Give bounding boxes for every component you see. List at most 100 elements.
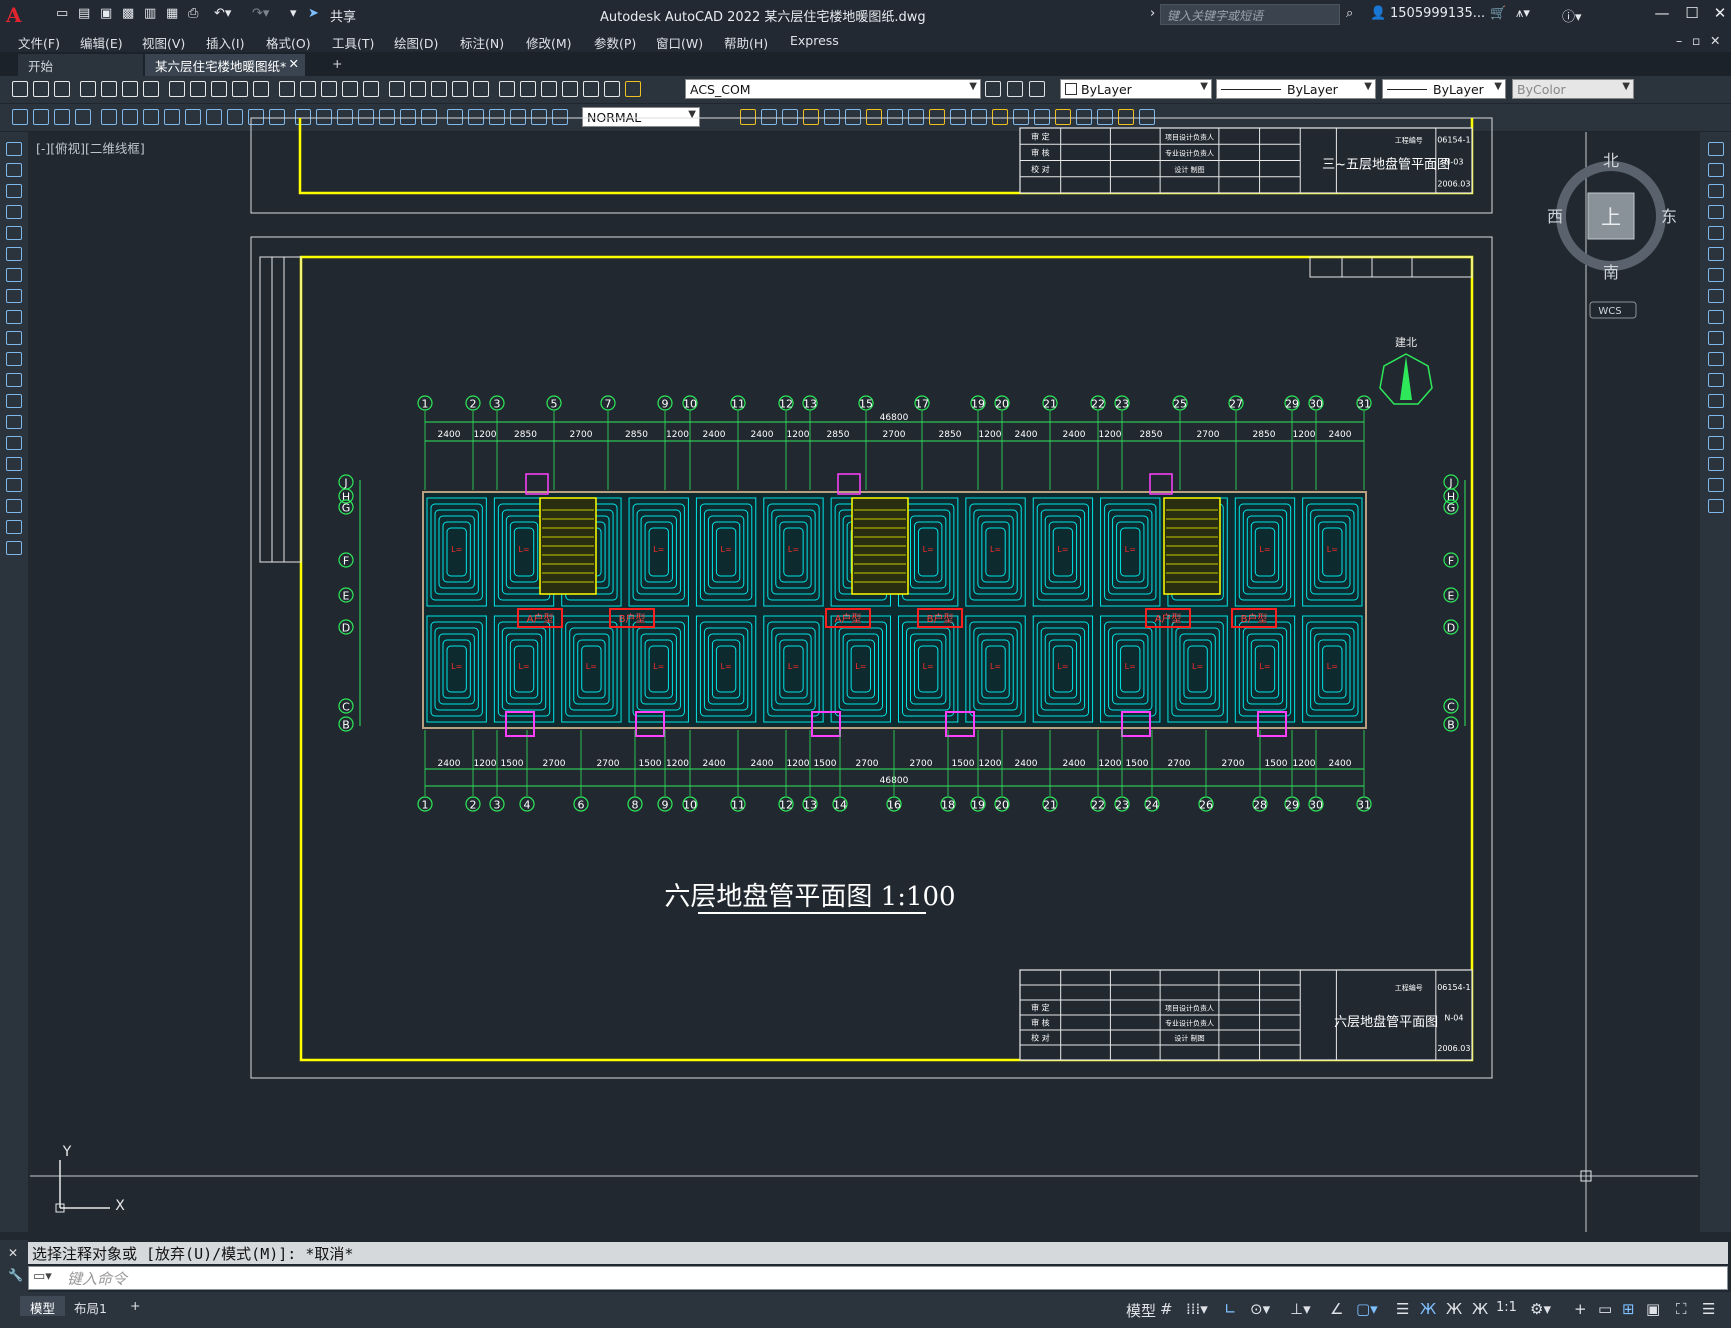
annotation-monitor-icon[interactable]: + xyxy=(1574,1300,1587,1318)
workspace-icon[interactable]: ⚙▾ xyxy=(1530,1300,1551,1318)
viewcube-top: 上 xyxy=(1601,205,1621,229)
units-icon[interactable]: ▭ xyxy=(1598,1300,1612,1318)
top-dim-text: 2400 xyxy=(1015,430,1038,440)
top-axis-label: 22 xyxy=(1091,398,1105,411)
osnap-icon[interactable]: ▢▾ xyxy=(1356,1300,1378,1318)
top-axis-label: 11 xyxy=(731,398,745,411)
loop-annotation: L= xyxy=(1057,662,1068,671)
top-axis-label: 13 xyxy=(803,398,817,411)
top-axis-label: 21 xyxy=(1043,398,1057,411)
annotation-scale-icon[interactable]: Ж xyxy=(1472,1300,1488,1318)
loop-annotation: L= xyxy=(1259,662,1270,671)
hardware-acceleration-icon[interactable]: ▣ xyxy=(1646,1300,1660,1318)
osnap-tracking-icon[interactable]: ∠ xyxy=(1330,1300,1343,1318)
bottom-axis-label: 24 xyxy=(1145,799,1159,812)
bottom-axis-label: 6 xyxy=(578,799,585,812)
bottom-axis-label: 18 xyxy=(941,799,955,812)
top-axis-label: 30 xyxy=(1309,398,1323,411)
title-block-label: 校 对 xyxy=(1031,164,1050,174)
bottom-axis-label: 21 xyxy=(1043,799,1057,812)
loop-annotation: L= xyxy=(451,545,462,554)
ucs-icon: YX xyxy=(55,1144,125,1214)
row-axis-label: C xyxy=(342,701,350,714)
row-axis-label: B xyxy=(342,719,350,732)
top-axis-label: 2 xyxy=(470,398,477,411)
drawing-canvas[interactable]: 建北 L= L= L= L= L= L= L= L= L= L= L= L= L= L= L= L= L= L= L=… xyxy=(0,0,1731,1328)
auto-scale-icon[interactable]: Ж xyxy=(1446,1300,1462,1318)
command-prompt-icon[interactable]: ▭▾ xyxy=(33,1269,52,1284)
loop-annotation: L= xyxy=(1192,662,1203,671)
project-number-label: 工程编号 xyxy=(1395,135,1423,144)
model-space-button[interactable]: 模型 xyxy=(1126,1300,1156,1321)
customization-icon[interactable]: ☰ xyxy=(1702,1300,1715,1318)
project-number-label: 工程编号 xyxy=(1395,983,1423,992)
clean-screen-icon[interactable]: ⛶ xyxy=(1676,1300,1687,1318)
row-axis-label: E xyxy=(343,590,350,603)
bottom-dim-text: 1500 xyxy=(814,759,837,769)
bottom-dim-text: 1500 xyxy=(501,759,524,769)
bottom-dim-text: 1500 xyxy=(1265,759,1288,769)
north-label: 建北 xyxy=(1395,335,1417,349)
bottom-axis-label: 23 xyxy=(1115,799,1129,812)
bottom-dim-text: 2700 xyxy=(1222,759,1245,769)
plan-title: 六层地盘管平面图 1:100 xyxy=(664,882,955,912)
top-dim-text: 2700 xyxy=(883,430,906,440)
tab-layout1[interactable]: 布局1 xyxy=(64,1296,117,1316)
tab-model[interactable]: 模型 xyxy=(20,1296,66,1316)
row-axis-label: G xyxy=(342,502,351,515)
title-block-label: 审 定 xyxy=(1031,1003,1050,1013)
compass-east: 东 xyxy=(1661,207,1677,226)
bottom-axis-label: 4 xyxy=(524,799,531,812)
row-axis-label: J xyxy=(343,477,347,490)
close-command-icon[interactable]: ✕ xyxy=(8,1246,18,1260)
bottom-dim-text: 2700 xyxy=(1168,759,1191,769)
loop-annotation: L= xyxy=(721,545,732,554)
lineweight-icon[interactable]: ☰ xyxy=(1396,1300,1409,1318)
bottom-axis-label: 16 xyxy=(887,799,901,812)
row-axis-label: E xyxy=(1448,590,1455,603)
snap-icon[interactable]: ⁞⁞⁞▾ xyxy=(1186,1300,1208,1318)
top-dim-text: 2400 xyxy=(751,430,774,440)
grid-icon[interactable]: # xyxy=(1160,1300,1173,1318)
annotation-scale-value[interactable]: 1:1 xyxy=(1496,1300,1517,1315)
command-history: 选择注释对象或 [放弃(U)/模式(M)]: *取消* xyxy=(28,1242,1728,1264)
bottom-dim-text: 2400 xyxy=(1329,759,1352,769)
add-layout-icon[interactable]: + xyxy=(120,1296,150,1316)
command-input[interactable] xyxy=(65,1268,1669,1290)
polar-icon[interactable]: ⊙▾ xyxy=(1250,1300,1270,1318)
top-axis-label: 15 xyxy=(859,398,873,411)
bottom-dim-text: 2400 xyxy=(751,759,774,769)
loop-annotation: L= xyxy=(923,662,934,671)
bottom-axis-label: 30 xyxy=(1309,799,1323,812)
bottom-axis-label: 29 xyxy=(1285,799,1299,812)
isodraft-icon[interactable]: ⊥▾ xyxy=(1290,1300,1311,1318)
annotation-visibility-icon[interactable]: Ж xyxy=(1420,1300,1436,1318)
loop-annotation: L= xyxy=(990,545,1001,554)
title-block-label: 审 核 xyxy=(1031,1018,1050,1028)
ortho-icon[interactable]: ∟ xyxy=(1224,1300,1237,1318)
viewcube: 上 北南 东 西 WCS xyxy=(1547,151,1677,319)
loop-annotation: L= xyxy=(1125,545,1136,554)
top-axis-label: 10 xyxy=(683,398,697,411)
top-dim-text: 1200 xyxy=(979,430,1002,440)
row-axis-label: G xyxy=(1447,502,1456,515)
loop-annotation: L= xyxy=(518,545,529,554)
bottom-axis-label: 10 xyxy=(683,799,697,812)
quick-properties-icon[interactable]: ⊞ xyxy=(1622,1300,1635,1318)
row-axis-label: J xyxy=(1448,477,1452,490)
unit-label: B户型 xyxy=(619,612,646,625)
bottom-dim-text: 1500 xyxy=(639,759,662,769)
top-axis-label: 17 xyxy=(915,398,929,411)
status-bar: 模型 布局1 + 模型 # ⁞⁞⁞▾ ∟ ⊙▾ ⊥▾ ∠ ▢▾ ☰ Ж Ж Ж … xyxy=(0,1292,1731,1328)
top-dim-text: 2400 xyxy=(1063,430,1086,440)
top-dim-text: 2400 xyxy=(438,430,461,440)
command-line-grip[interactable]: ✕ 🔧 xyxy=(0,1240,28,1292)
row-axis-label: D xyxy=(342,622,350,635)
top-axis-label: 23 xyxy=(1115,398,1129,411)
customize-command-icon[interactable]: 🔧 xyxy=(8,1268,23,1282)
top-axis-label: 29 xyxy=(1285,398,1299,411)
loop-annotation: L= xyxy=(788,545,799,554)
binding-strip xyxy=(259,256,302,563)
top-dim-text: 2850 xyxy=(625,430,648,440)
loop-annotation: L= xyxy=(855,662,866,671)
